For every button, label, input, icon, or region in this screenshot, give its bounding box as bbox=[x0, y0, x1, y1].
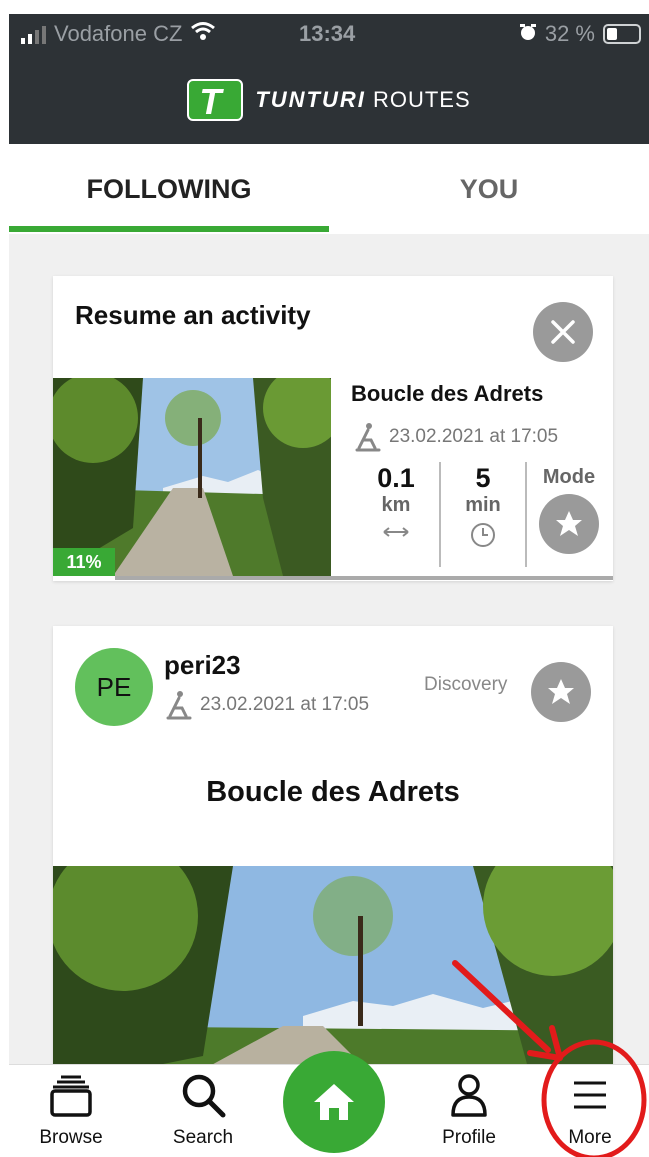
progress-badge: 11% bbox=[53, 548, 115, 576]
dismiss-button[interactable] bbox=[533, 302, 593, 362]
clock-time: 13:34 bbox=[299, 21, 356, 46]
route-thumbnail[interactable]: 11% bbox=[53, 378, 331, 576]
resume-card-title: Resume an activity bbox=[75, 300, 311, 330]
discovery-mode-button[interactable] bbox=[531, 662, 591, 722]
distance-arrows-icon bbox=[381, 522, 411, 547]
search-icon bbox=[179, 1071, 227, 1119]
nav-search-label: Search bbox=[172, 1127, 234, 1148]
duration-value: 5 bbox=[475, 463, 491, 493]
brand-title: TUNTURI ROUTES bbox=[255, 87, 471, 112]
exercise-bike-icon bbox=[164, 690, 192, 720]
distance-unit: km bbox=[381, 494, 411, 516]
duration-unit: min bbox=[465, 494, 501, 516]
bottom-nav: Browse Search Profile More bbox=[9, 1051, 649, 1157]
person-icon bbox=[445, 1071, 493, 1119]
close-icon bbox=[551, 320, 575, 344]
nav-browse-label: Browse bbox=[39, 1127, 103, 1148]
route-meta: 23.02.2021 at 17:05 bbox=[353, 422, 558, 452]
stack-icon bbox=[47, 1071, 95, 1119]
nav-browse[interactable]: Browse bbox=[16, 1071, 126, 1149]
route-name: Boucle des Adrets bbox=[351, 381, 544, 406]
battery-percent: 32 % bbox=[544, 21, 595, 46]
distance-stat: 0.1 km bbox=[353, 462, 439, 567]
menu-icon bbox=[566, 1071, 614, 1119]
distance-value: 0.1 bbox=[377, 463, 415, 493]
star-icon bbox=[556, 511, 582, 536]
tab-following[interactable]: FOLLOWING bbox=[9, 144, 329, 234]
route-image[interactable] bbox=[53, 866, 613, 1064]
clock-icon bbox=[470, 522, 496, 553]
status-bar: Vodafone CZ 13:34 32 % bbox=[9, 14, 649, 56]
star-icon bbox=[548, 679, 574, 704]
carrier-name: Vodafone CZ bbox=[54, 21, 183, 46]
route-datetime: 23.02.2021 at 17:05 bbox=[389, 426, 559, 447]
signal-icon bbox=[21, 24, 46, 44]
tunturi-logo-icon: T bbox=[187, 79, 244, 122]
feed-tabs: FOLLOWING YOU bbox=[9, 144, 649, 234]
activity-post-card[interactable]: PE peri23 23.02.2021 at 17:05 Discovery … bbox=[53, 626, 613, 1064]
username[interactable]: peri23 bbox=[164, 650, 241, 681]
nav-more-label: More bbox=[568, 1127, 612, 1148]
post-mode-label: Discovery bbox=[424, 674, 508, 695]
nav-search[interactable]: Search bbox=[148, 1071, 258, 1149]
wifi-icon bbox=[190, 21, 216, 47]
duration-stat: 5 min bbox=[439, 462, 525, 567]
exercise-bike-icon bbox=[353, 422, 381, 452]
activity-stats: 0.1 km 5 min Mode bbox=[353, 462, 611, 567]
resume-activity-card[interactable]: Resume an activity 11% Boucle des Adrets bbox=[53, 276, 613, 581]
post-datetime: 23.02.2021 at 17:05 bbox=[200, 694, 370, 715]
home-button[interactable] bbox=[283, 1051, 385, 1153]
mode-label: Mode bbox=[542, 466, 596, 488]
post-route-title[interactable]: Boucle des Adrets bbox=[53, 776, 613, 809]
app-header: T TUNTURI ROUTES bbox=[9, 56, 649, 144]
nav-profile-label: Profile bbox=[442, 1127, 496, 1148]
mode-star-button[interactable] bbox=[539, 494, 599, 554]
activity-feed[interactable]: Resume an activity 11% Boucle des Adrets bbox=[9, 234, 649, 1064]
battery-icon bbox=[603, 24, 641, 44]
home-icon bbox=[314, 1084, 354, 1120]
progress-track bbox=[115, 576, 613, 580]
nav-more[interactable]: More bbox=[535, 1071, 645, 1149]
post-meta: 23.02.2021 at 17:05 bbox=[164, 690, 369, 720]
alarm-icon bbox=[519, 21, 537, 47]
nav-profile[interactable]: Profile bbox=[414, 1071, 524, 1149]
avatar[interactable]: PE bbox=[75, 648, 153, 726]
tab-you[interactable]: YOU bbox=[329, 144, 649, 234]
mode-stat: Mode bbox=[525, 462, 611, 567]
